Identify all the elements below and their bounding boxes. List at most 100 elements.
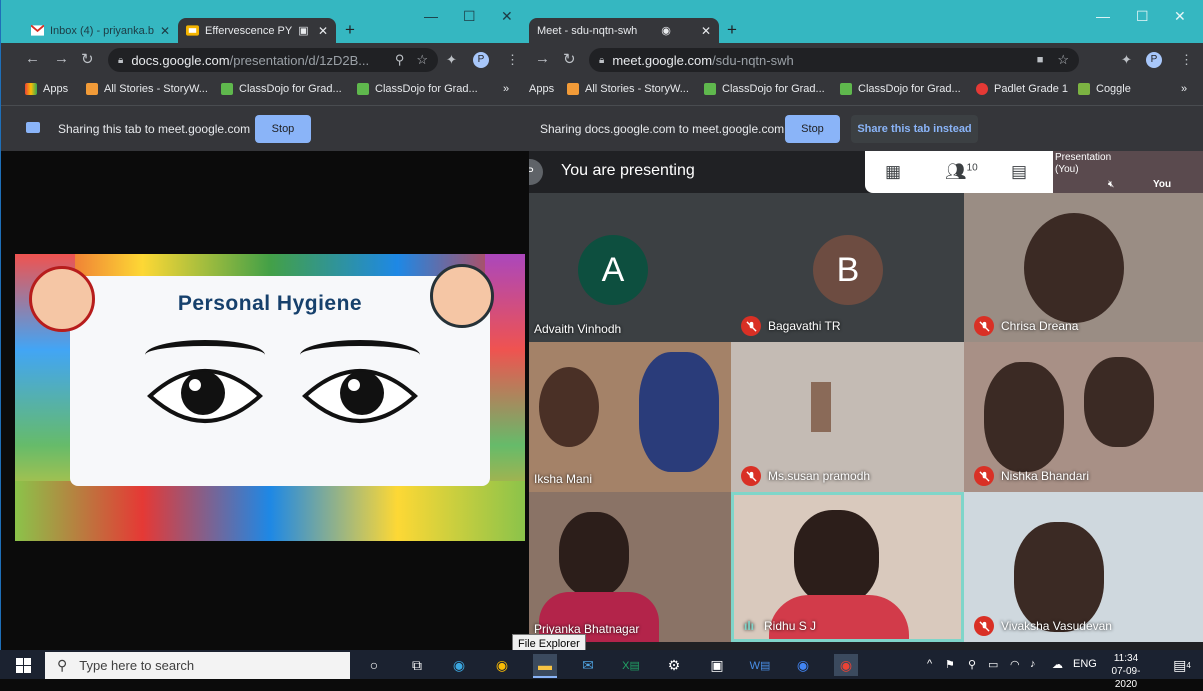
close-icon[interactable]: ✕: [695, 24, 711, 38]
star-icon[interactable]: ☆: [416, 52, 428, 68]
address-bar[interactable]: 🔒︎ meet.google.com/sdu-nqtn-swh ■ ☆: [589, 48, 1079, 72]
clock-date: 07-09-2020: [1111, 666, 1141, 690]
language-indicator[interactable]: ENG: [1073, 658, 1097, 670]
stop-sharing-button[interactable]: Stop: [255, 115, 311, 143]
new-tab-button[interactable]: +: [727, 20, 737, 40]
extensions-icon[interactable]: ✦: [1121, 52, 1132, 68]
mail-icon[interactable]: ✉: [576, 654, 600, 676]
reload-button[interactable]: ↻: [81, 50, 94, 68]
camera-icon[interactable]: ■: [1037, 54, 1044, 66]
settings-gear-icon[interactable]: ⚙: [662, 654, 686, 676]
chrome-alt-icon[interactable]: ◉: [791, 654, 815, 676]
word-icon[interactable]: W▤: [748, 654, 772, 676]
bookmark-apps[interactable]: Apps: [529, 83, 554, 95]
participant-tile[interactable]: Nishka Bhandari: [964, 342, 1203, 492]
star-icon[interactable]: ☆: [1057, 52, 1069, 68]
tray-overflow-icon[interactable]: ^: [927, 658, 932, 670]
bookmark-apps[interactable]: Apps: [25, 83, 68, 95]
speaking-indicator-icon: ılı: [744, 619, 755, 633]
chat-icon[interactable]: ▤: [1011, 162, 1027, 182]
video-feed: [984, 362, 1064, 472]
close-window-button[interactable]: ✕: [1174, 8, 1186, 25]
bookmark-padlet[interactable]: Padlet Grade 1: [976, 83, 1068, 95]
menu-icon[interactable]: ⋮: [1180, 52, 1193, 68]
clock[interactable]: 11:34 07-09-2020: [1104, 652, 1148, 691]
minimize-button[interactable]: —: [1096, 8, 1110, 24]
back-button[interactable]: ←: [25, 50, 40, 67]
video-feed: [639, 352, 719, 472]
chrome-icon[interactable]: ◉: [490, 654, 514, 676]
volume-icon[interactable]: ♪: [1030, 658, 1036, 670]
bookmark-label: ClassDojo for Grad...: [722, 83, 825, 95]
onedrive-icon[interactable]: ☁: [1052, 658, 1063, 671]
participant-tile-active-speaker[interactable]: ılı Ridhu S J: [731, 492, 964, 642]
participant-tile[interactable]: A Advaith Vinhodh: [529, 193, 731, 342]
participant-tile[interactable]: B Bagavathi TR: [731, 193, 964, 342]
participant-tile[interactable]: Chrisa Dreana: [964, 193, 1203, 342]
tab-label: Inbox (4) - priyanka.b: [50, 24, 154, 37]
security-icon[interactable]: ⚑: [945, 658, 955, 671]
chrome-profile-icon[interactable]: ◉: [834, 654, 858, 676]
bookmark-storyweaver[interactable]: All Stories - StoryW...: [567, 83, 689, 95]
participant-tile[interactable]: Iksha Mani: [529, 342, 731, 492]
windows-start-icon[interactable]: [11, 654, 35, 676]
maximize-button[interactable]: ☐: [463, 8, 476, 25]
battery-icon[interactable]: ▭: [988, 658, 998, 671]
you-label: You: [1153, 179, 1172, 190]
bookmarks-overflow[interactable]: »: [1181, 83, 1187, 95]
usb-icon[interactable]: ⚲: [968, 658, 976, 671]
reload-button[interactable]: ↻: [563, 50, 576, 68]
tab-label: Meet - sdu-nqtn-swh: [537, 24, 638, 37]
maximize-button[interactable]: ☐: [1136, 8, 1149, 25]
stop-sharing-button[interactable]: Stop: [785, 115, 840, 143]
close-icon[interactable]: ✕: [312, 24, 328, 38]
search-placeholder: Type here to search: [79, 658, 195, 673]
bookmark-classdojo-2[interactable]: ClassDojo for Grad...: [357, 83, 478, 95]
minimize-button[interactable]: —: [424, 8, 438, 24]
participant-avatar: A: [578, 235, 648, 305]
bookmark-classdojo-1[interactable]: ClassDojo for Grad...: [704, 83, 825, 95]
bookmarks-overflow[interactable]: »: [503, 83, 509, 95]
participants-button[interactable]: 👥︎10: [945, 162, 978, 182]
bookmark-classdojo-2[interactable]: ClassDojo for Grad...: [840, 83, 961, 95]
bookmark-coggle[interactable]: Coggle: [1078, 83, 1131, 95]
presentation-self-tile[interactable]: Presentation (You) 🔇︎ You: [1053, 151, 1203, 193]
share-this-tab-instead-button[interactable]: Share this tab instead: [851, 115, 978, 143]
grid-layout-icon[interactable]: ▦: [885, 162, 901, 182]
participant-tile[interactable]: Priyanka Bhatnagar: [529, 492, 731, 642]
excel-icon[interactable]: X▤: [619, 654, 643, 676]
file-explorer-icon[interactable]: ▬: [533, 654, 557, 678]
notification-center-icon[interactable]: ▤ 4: [1170, 654, 1194, 676]
participant-tile[interactable]: Ms.susan pramodh: [731, 342, 964, 492]
zoom-icon[interactable]: ⚲: [395, 52, 405, 68]
browser-toolbar: ← → ↻ 🔒︎ docs.google.com/presentation/d/…: [1, 43, 530, 75]
participant-name: Advaith Vinhodh: [534, 322, 621, 336]
tab-gmail[interactable]: Inbox (4) - priyanka.b ✕: [23, 18, 173, 43]
profile-avatar[interactable]: P: [1146, 52, 1162, 68]
mic-muted-icon: [974, 616, 994, 636]
menu-icon[interactable]: ⋮: [506, 52, 519, 68]
close-icon[interactable]: ✕: [154, 24, 170, 38]
wifi-icon[interactable]: ◠: [1010, 658, 1020, 671]
close-window-button[interactable]: ✕: [501, 8, 513, 25]
new-tab-button[interactable]: +: [345, 20, 355, 40]
participant-name-text: Advaith Vinhodh: [534, 322, 622, 336]
participant-tile[interactable]: Vivaksha Vasudevan: [964, 492, 1203, 642]
slide: Personal Hygiene: [15, 254, 525, 541]
profile-avatar[interactable]: P: [473, 52, 489, 68]
forward-button[interactable]: →: [535, 50, 550, 67]
participant-name-text: Chrisa Dreana: [1001, 319, 1079, 333]
edge-icon[interactable]: ◉: [447, 654, 471, 676]
bookmark-storyweaver[interactable]: All Stories - StoryW...: [86, 83, 208, 95]
taskbar-search[interactable]: ⚲ Type here to search: [45, 652, 350, 679]
extensions-icon[interactable]: ✦: [446, 52, 457, 68]
store-icon[interactable]: ▣: [705, 654, 729, 676]
tab-label: Effervescence PY: [205, 24, 293, 37]
tab-meet[interactable]: Meet - sdu-nqtn-swh ◉ ✕: [529, 18, 719, 43]
task-view-icon[interactable]: ⧉: [405, 654, 429, 676]
bookmark-classdojo-1[interactable]: ClassDojo for Grad...: [221, 83, 342, 95]
forward-button[interactable]: →: [54, 50, 69, 67]
address-bar[interactable]: 🔒︎ docs.google.com/presentation/d/1zD2B.…: [108, 48, 438, 72]
tab-slides[interactable]: Effervescence PY ▣ ✕: [178, 18, 336, 43]
cortana-icon[interactable]: ○: [362, 654, 386, 676]
